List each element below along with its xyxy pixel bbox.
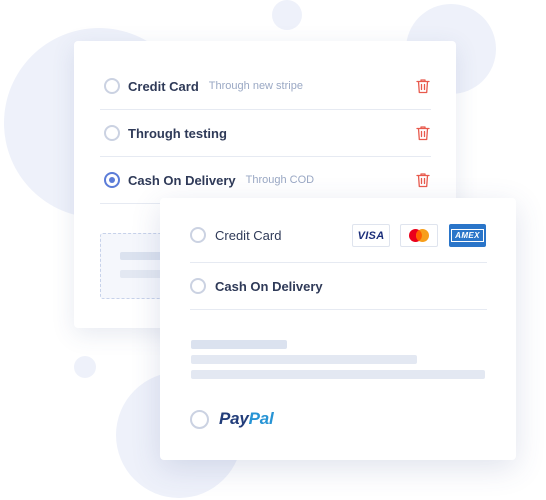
mastercard-logo	[400, 224, 438, 247]
radio-cash-on-delivery-selected[interactable]	[104, 172, 120, 188]
skeleton-line	[191, 370, 485, 379]
radio-paypal[interactable]	[190, 410, 209, 429]
skeleton-line	[191, 355, 417, 364]
divider	[100, 156, 431, 157]
payment-option-through-testing[interactable]: Through testing	[104, 125, 227, 141]
trash-icon[interactable]	[416, 125, 430, 141]
trash-icon[interactable]	[416, 78, 430, 94]
checkout-option-cash-on-delivery[interactable]: Cash On Delivery	[190, 278, 323, 294]
payment-option-credit-card[interactable]: Credit Card Through new stripe	[104, 78, 303, 94]
visa-logo: VISA	[352, 224, 390, 247]
background-blob	[74, 356, 96, 378]
divider	[190, 262, 487, 263]
payment-option-cash-on-delivery[interactable]: Cash On Delivery Through COD	[104, 172, 314, 188]
option-label: Cash On Delivery	[128, 172, 236, 188]
paypal-logo: PayPal	[219, 409, 274, 428]
option-label: Credit Card	[128, 78, 199, 94]
radio-credit-card[interactable]	[104, 78, 120, 94]
divider	[100, 109, 431, 110]
option-label: Cash On Delivery	[215, 278, 323, 294]
option-label: Through testing	[128, 125, 227, 141]
option-label: Credit Card	[215, 227, 282, 243]
checkout-option-credit-card[interactable]: Credit Card	[190, 227, 281, 243]
option-sublabel: Through new stripe	[208, 80, 303, 92]
radio-through-testing[interactable]	[104, 125, 120, 141]
radio-credit-card[interactable]	[190, 227, 206, 243]
background-blob	[272, 0, 302, 30]
radio-cash-on-delivery[interactable]	[190, 278, 206, 294]
skeleton-line	[191, 340, 287, 349]
trash-icon[interactable]	[416, 172, 430, 188]
divider	[190, 309, 487, 310]
amex-logo: AMEX	[449, 224, 486, 247]
option-sublabel: Through COD	[245, 174, 315, 186]
